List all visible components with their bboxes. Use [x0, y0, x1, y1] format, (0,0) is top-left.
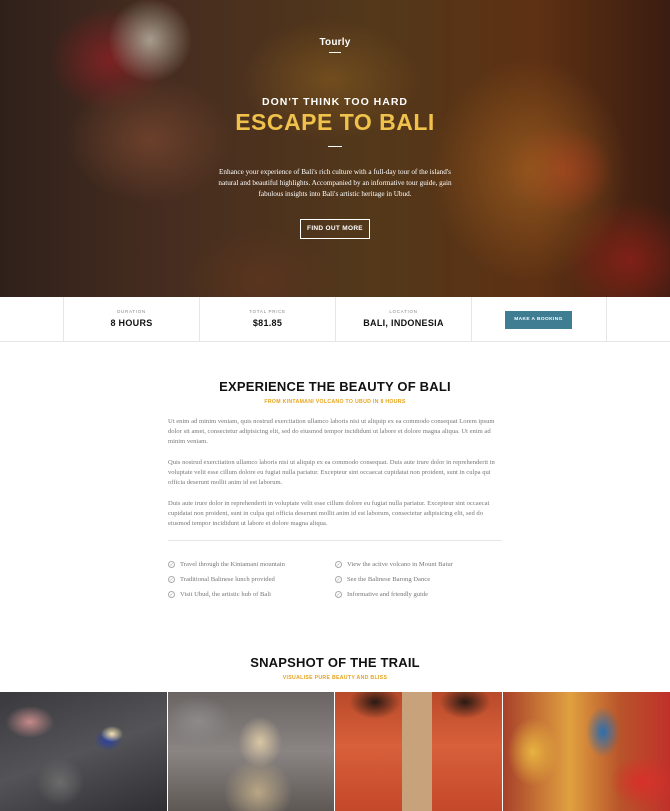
brand-underline: [329, 52, 341, 53]
snapshot-subtitle: VISUALISE PURE BEAUTY AND BLISS: [282, 675, 388, 681]
location-info: LOCATION BALI, INDONESIA: [335, 297, 471, 342]
location-value: BALI, INDONESIA: [363, 318, 444, 328]
price-value: $81.85: [252, 318, 283, 328]
check-circle-icon: ✓: [168, 576, 175, 583]
experience-paragraph: Duis aute irure dolor in reprehenderit i…: [168, 500, 490, 528]
make-booking-button[interactable]: MAKE A BOOKING: [505, 311, 572, 329]
section-divider: [168, 540, 502, 541]
experience-title: EXPERIENCE THE BEAUTY OF BALI: [219, 379, 451, 394]
duration-info: DURATION 8 HOURS: [63, 297, 199, 342]
feature-text: See the Balinese Barong Dance: [347, 576, 431, 583]
location-label: LOCATION: [389, 309, 418, 314]
experience-subtitle: FROM KINTAMANI VOLCANO TO UBUD IN 8 HOUR…: [264, 399, 406, 405]
price-label: TOTAL PRICE: [249, 309, 286, 314]
experience-paragraph: Quis nostrud exercitation ullamco labori…: [168, 459, 495, 487]
gallery-photo-monkey[interactable]: [168, 692, 334, 811]
price-info: TOTAL PRICE $81.85: [199, 297, 335, 342]
hero-description: Enhance your experience of Bali's rich c…: [218, 168, 452, 198]
check-circle-icon: ✓: [168, 561, 175, 568]
feature-text: Travel through the Kintamani mountain: [180, 561, 285, 568]
find-out-more-button[interactable]: FIND OUT MORE: [300, 219, 370, 239]
duration-value: 8 HOURS: [110, 318, 153, 328]
check-circle-icon: ✓: [335, 576, 342, 583]
check-circle-icon: ✓: [168, 591, 175, 598]
duration-label: DURATION: [117, 309, 146, 314]
hero-title: ESCAPE TO BALI: [235, 109, 435, 135]
hero-content: Tourly DON'T THINK TOO HARD ESCAPE TO BA…: [0, 0, 670, 297]
feature-text: Visit Ubud, the artistic hub of Bali: [180, 591, 271, 598]
hero-divider: [328, 146, 342, 147]
hero-tagline: DON'T THINK TOO HARD: [262, 96, 408, 108]
snapshot-title: SNAPSHOT OF THE TRAIL: [250, 655, 420, 670]
feature-text: Informative and friendly guide: [347, 591, 429, 598]
gallery-photo-offerings[interactable]: [503, 692, 670, 811]
check-circle-icon: ✓: [335, 561, 342, 568]
feature-text: Traditional Balinese lunch provided: [180, 576, 275, 583]
gallery-photo-temple-gate[interactable]: [335, 692, 502, 811]
hero-banner: Tourly DON'T THINK TOO HARD ESCAPE TO BA…: [0, 0, 670, 297]
experience-paragraph: Ut enim ad minim veniam, quis nostrud ex…: [168, 418, 495, 446]
gallery-photo-sea-slug[interactable]: [0, 692, 167, 811]
check-circle-icon: ✓: [335, 591, 342, 598]
feature-text: View the active volcano in Mount Batur: [347, 561, 453, 568]
brand-logo[interactable]: Tourly: [0, 37, 670, 48]
